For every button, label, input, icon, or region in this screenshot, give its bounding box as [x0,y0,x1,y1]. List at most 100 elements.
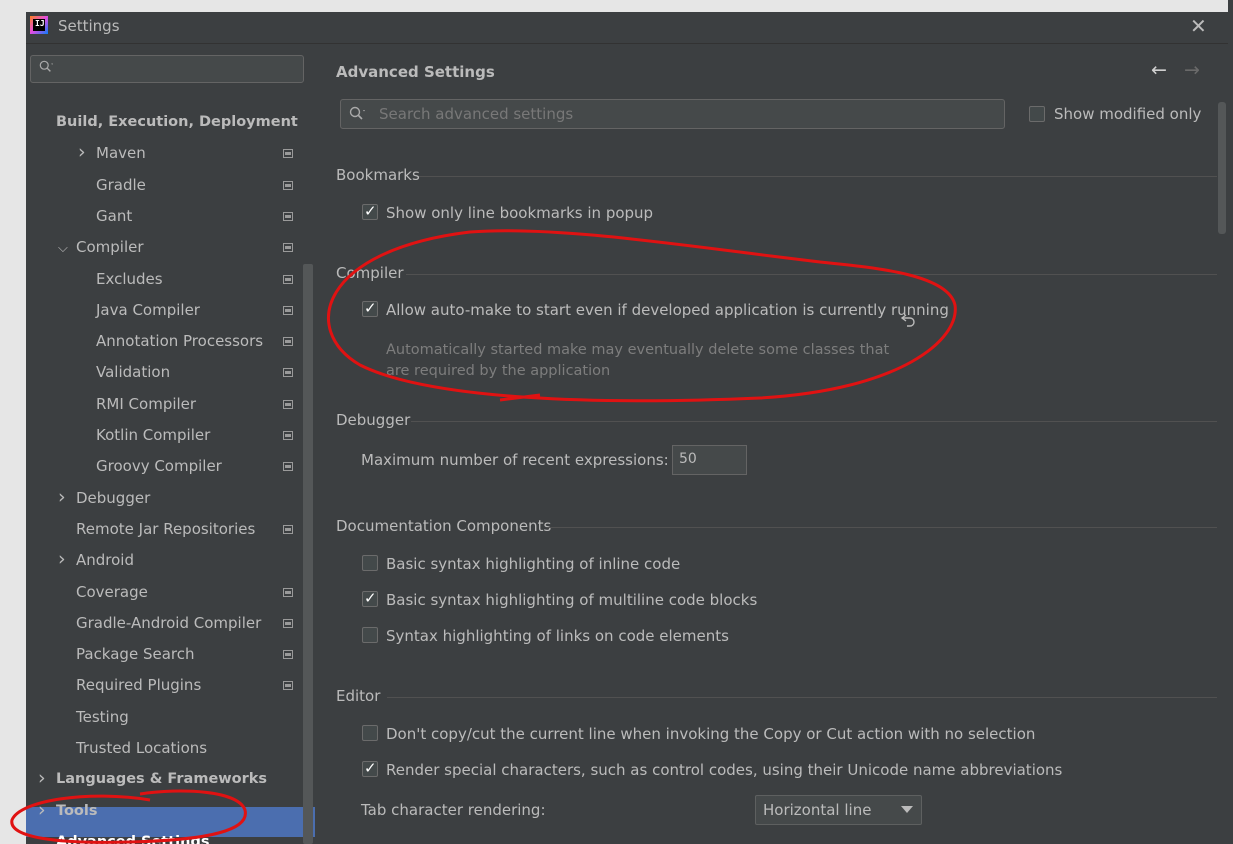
sidebar-item-label: Annotation Processors [96,332,264,351]
divider [387,697,1217,698]
doc-links-highlighting-label: Syntax highlighting of links on code ele… [386,627,729,645]
sidebar-item-excludes[interactable]: Excludes [96,267,163,291]
sidebar-item-coverage[interactable]: Coverage [76,580,148,604]
chevron-down-icon [901,806,913,813]
editor-copy-cut-checkbox[interactable] [362,725,378,741]
sidebar-item-maven[interactable]: Maven [96,141,146,165]
sidebar-item-label: Validation [96,363,171,382]
window-title: Settings [58,17,120,35]
chevron-right-icon[interactable]: › [38,768,46,788]
sidebar-item-label: Remote Jar Repositories [76,519,256,538]
project-level-icon [283,211,293,221]
project-level-icon [283,243,293,253]
sidebar-item-label: Maven [96,144,146,163]
editor-render-special-chars-label: Render special characters, such as contr… [386,761,1063,779]
project-level-icon [283,618,293,628]
doc-inline-highlighting-checkbox[interactable] [362,555,378,571]
sidebar-item-debugger[interactable]: Debugger [76,486,150,510]
sidebar-scrollbar[interactable] [303,264,313,844]
divider [411,421,1217,422]
chevron-right-icon[interactable]: › [58,549,66,569]
sidebar-item-label: RMI Compiler [96,394,197,413]
background-window-edge [1228,0,1233,844]
sidebar-item-build-execution-deployment[interactable]: Build, Execution, Deployment [56,110,298,134]
page-title: Advanced Settings [336,63,495,81]
project-level-icon [283,681,293,691]
advanced-settings-panel: Advanced Settings ← → Search advanced se… [315,44,1233,844]
sidebar-item-groovy-compiler[interactable]: Groovy Compiler [96,454,222,478]
sidebar-item-rmi-compiler[interactable]: RMI Compiler [96,392,196,416]
sidebar-item-label: Trusted Locations [76,739,208,757]
bookmarks-option-checkbox[interactable] [362,202,378,220]
tab-rendering-select[interactable]: Horizontal line [755,795,922,825]
sidebar-item-label: Gradle-Android Compiler [76,613,262,632]
chevron-right-icon[interactable]: › [58,487,66,507]
sidebar-item-label: Groovy Compiler [96,457,222,476]
editor-render-special-chars-checkbox[interactable] [362,759,378,777]
arrow-right-icon[interactable]: → [1184,59,1200,81]
auto-make-checkbox[interactable] [362,299,378,317]
sidebar-item-tools[interactable]: Tools [56,799,98,823]
title-bar: IJ Settings ✕ [26,12,1233,44]
project-level-icon [283,650,293,660]
sidebar-item-trusted-locations[interactable]: Trusted Locations [76,736,207,760]
max-expressions-input[interactable]: 50 [672,445,747,475]
arrow-left-icon[interactable]: ← [1151,59,1167,81]
project-level-icon [283,305,293,315]
doc-multiline-highlighting-label: Basic syntax highlighting of multiline c… [386,591,758,609]
sidebar-item-android[interactable]: Android [76,548,134,572]
sidebar-item-required-plugins[interactable]: Required Plugins [76,673,201,697]
show-modified-only-label: Show modified only [1054,105,1202,123]
project-level-icon [283,524,293,534]
project-level-icon [283,274,293,284]
sidebar-item-gant[interactable]: Gant [96,204,132,228]
sidebar-item-remote-jar-repositories[interactable]: Remote Jar Repositories [76,517,255,541]
sidebar-item-kotlin-compiler[interactable]: Kotlin Compiler [96,423,210,447]
intellij-idea-icon: IJ [30,16,48,34]
sidebar-item-package-search[interactable]: Package Search [76,642,194,666]
doc-links-highlighting-checkbox[interactable] [362,627,378,643]
divider [419,176,1217,177]
doc-multiline-highlighting-checkbox[interactable] [362,589,378,607]
divider [406,274,1217,275]
close-icon[interactable]: ✕ [1190,14,1207,38]
project-level-icon [283,587,293,597]
undo-icon[interactable] [900,311,918,329]
search-placeholder: Search advanced settings [379,105,574,123]
sidebar-item-validation[interactable]: Validation [96,360,170,384]
doc-inline-highlighting-label: Basic syntax highlighting of inline code [386,555,681,573]
sidebar-item-annotation-processors[interactable]: Annotation Processors [96,329,263,353]
sidebar-item-languages-frameworks[interactable]: Languages & Frameworks [56,767,267,791]
show-modified-only-checkbox[interactable] [1029,106,1045,122]
sidebar-item-advanced-settings[interactable]: Advanced Settings [56,830,209,844]
sidebar-item-label: Languages & Frameworks [56,771,268,788]
sidebar-item-testing[interactable]: Testing [76,705,129,729]
search-icon [349,106,365,120]
tab-rendering-label: Tab character rendering: [361,801,546,819]
sidebar-item-compiler[interactable]: Compiler [76,235,144,259]
sidebar-item-gradle[interactable]: Gradle [96,173,146,197]
chevron-down-icon[interactable]: ⌵ [58,239,68,259]
section-documentation: Documentation Components [336,517,552,535]
content-scrollbar[interactable] [1218,102,1226,234]
sidebar-search-input[interactable] [30,55,304,83]
sidebar-item-java-compiler[interactable]: Java Compiler [96,298,200,322]
chevron-right-icon[interactable]: › [38,800,46,820]
sidebar-item-label: Tools [56,802,98,819]
sidebar-item-label: Advanced Settings [56,833,210,844]
advanced-search-input[interactable]: Search advanced settings [340,99,1005,129]
project-level-icon [283,462,293,472]
sidebar-item-label: Package Search [76,645,195,664]
sidebar-item-label: Compiler [76,238,144,257]
settings-sidebar: Build, Execution, Deployment Maven › Gradle… [26,44,315,844]
sidebar-item-label: Kotlin Compiler [96,426,211,444]
sidebar-item-label: Java Compiler [96,300,200,319]
auto-make-hint: Automatically started make may eventuall… [386,340,889,382]
sidebar-item-gradle-android-compiler[interactable]: Gradle-Android Compiler [76,611,261,635]
project-level-icon [283,337,293,347]
chevron-right-icon[interactable]: › [78,142,86,162]
sidebar-item-label: Debugger [76,488,151,507]
bookmarks-option-label: Show only line bookmarks in popup [386,204,654,222]
section-bookmarks: Bookmarks [336,166,420,184]
section-debugger: Debugger [336,411,411,429]
